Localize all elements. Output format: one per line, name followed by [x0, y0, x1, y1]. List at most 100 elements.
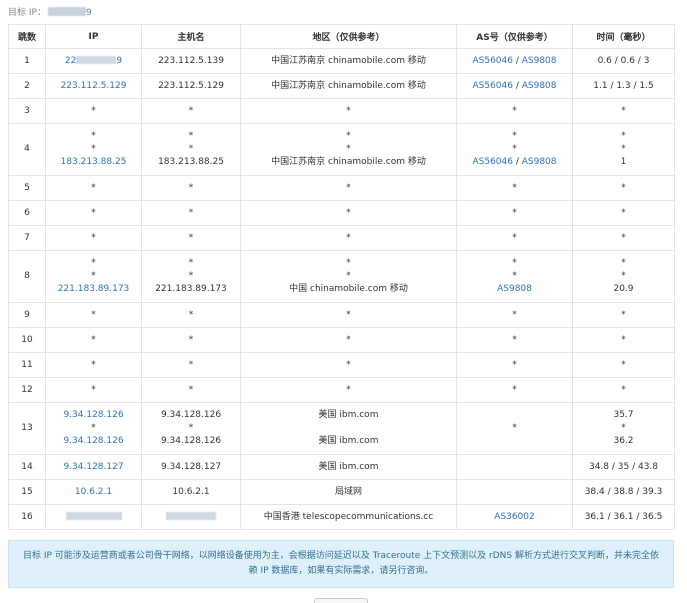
table-row: 12 * * * * * [8, 377, 675, 403]
as-line: AS36002 [459, 511, 570, 524]
as-link[interactable]: AS9808 [522, 56, 557, 66]
time-value: * [621, 334, 626, 345]
region-cell: 美国 ibm.com 美国 ibm.com [240, 402, 457, 455]
hop-cell: 16 [8, 504, 46, 530]
as-value: * [512, 423, 517, 433]
region-cell: * [240, 98, 457, 124]
region-cell: 局域网 [240, 479, 457, 505]
hostname-cell: * * 183.213.88.25 [141, 123, 241, 176]
as-link[interactable]: AS56046 [472, 56, 513, 66]
hostname-cell: * [141, 175, 241, 201]
hostname-value: * [188, 309, 194, 320]
as-link[interactable]: AS56046 [472, 157, 513, 167]
ip-link-redacted[interactable]: 22 9 [48, 55, 139, 68]
header-as: AS号（仅供参考） [456, 24, 573, 49]
table-row: 11 * * * * * [8, 352, 675, 378]
hop-cell: 9 [8, 302, 46, 328]
region-value: * [346, 258, 351, 268]
ip-link-suffix[interactable]: 9 [116, 56, 122, 66]
ip-link[interactable]: 9.34.128.127 [48, 461, 139, 474]
hostname-value: 10.6.2.1 [172, 486, 210, 497]
region-cell: * [240, 327, 457, 353]
time-cell: * * 1 [572, 123, 675, 176]
time-value: 1.1 / 1.3 / 1.5 [593, 80, 654, 91]
as-cell: * * AS9808 [456, 250, 573, 303]
as-value: * [512, 359, 517, 370]
region-cell: * * 中国江苏南京 chinamobile.com 移动 [240, 123, 457, 176]
hostname-value: * [188, 258, 194, 268]
region-value: * [346, 131, 351, 141]
as-link[interactable]: AS36002 [494, 512, 535, 522]
as-value: * [512, 309, 517, 320]
as-value: * [512, 182, 517, 193]
region-value: 美国 ibm.com [318, 436, 379, 446]
ip-link[interactable]: 223.112.5.129 [48, 80, 139, 93]
as-link[interactable]: AS56046 [472, 81, 513, 91]
ip-cell: * * 221.183.89.173 [45, 250, 142, 303]
as-line: * [459, 334, 570, 347]
ip-link-prefix[interactable]: 22 [65, 56, 76, 66]
ip-value: * [91, 423, 96, 433]
hop-cell: 13 [8, 402, 46, 455]
table-row: 3 * * * * * [8, 98, 675, 124]
header-region: 地区（仅供参考） [240, 24, 457, 49]
region-cell: * * 中国 chinamobile.com 移动 [240, 250, 457, 303]
as-cell: * [456, 302, 573, 328]
as-line: * [459, 309, 570, 322]
target-ip-prefix: 目标 IP： [8, 8, 46, 18]
as-link[interactable]: AS9808 [522, 81, 557, 91]
as-cell: AS56046 / AS9808 [456, 48, 573, 74]
region-value: * [346, 105, 351, 116]
time-value: 38.4 / 38.8 / 39.3 [584, 486, 663, 497]
region-value: * [346, 359, 351, 370]
time-value: 36.1 / 36.1 / 36.5 [584, 511, 663, 522]
table-row: 4 * * 183.213.88.25 * * 183.213.88.25 * * 中国江苏南京 … [8, 123, 675, 176]
ip-link[interactable]: 9.34.128.126 [48, 435, 139, 448]
region-value: 中国 chinamobile.com 移动 [289, 284, 408, 294]
time-value: 34.8 / 35 / 43.8 [588, 461, 659, 472]
region-cell: 中国香港 telescopecommunications.cc [240, 504, 457, 530]
ip-value: * [91, 144, 96, 154]
ip-cell: 9.34.128.126 * 9.34.128.126 [45, 402, 142, 455]
time-cell: 34.8 / 35 / 43.8 [572, 454, 675, 480]
hop-number: 16 [21, 511, 33, 522]
header-time: 时间（毫秒） [572, 24, 675, 49]
as-cell: * [456, 377, 573, 403]
time-value: 0.6 / 0.6 / 3 [597, 55, 650, 66]
hostname-value: 9.34.128.126 [160, 410, 222, 420]
time-cell: * [572, 98, 675, 124]
hostname-value: * [188, 207, 194, 218]
hostname-cell [141, 504, 241, 530]
time-value: * [621, 232, 626, 243]
time-value: * [621, 309, 626, 320]
header-hostname: 主机名 [141, 24, 241, 49]
as-value: * [512, 258, 517, 268]
hop-cell: 6 [8, 200, 46, 226]
table-row: 5 * * * * * [8, 175, 675, 201]
hostname-value: 223.112.5.139 [158, 55, 224, 66]
traceroute-table: 跳数 IP 主机名 地区（仅供参考） AS号（仅供参考） 时间（毫秒） 1 22 9… [8, 24, 675, 530]
table-header-row: 跳数 IP 主机名 地区（仅供参考） AS号（仅供参考） 时间（毫秒） [8, 24, 675, 49]
hostname-cell: 9.34.128.126 * 9.34.128.126 [141, 402, 241, 455]
ip-link[interactable]: 9.34.128.126 [48, 409, 139, 422]
as-link[interactable]: AS9808 [497, 284, 532, 294]
hop-number: 7 [24, 232, 30, 243]
ip-link[interactable]: 183.213.88.25 [48, 156, 139, 169]
ip-link[interactable]: 10.6.2.1 [48, 486, 139, 499]
hop-cell: 4 [8, 123, 46, 176]
as-link[interactable]: AS9808 [522, 157, 557, 167]
ip-value: * [91, 182, 96, 193]
ip-cell: * [45, 327, 142, 353]
region-value: * [346, 182, 351, 193]
time-value: * [621, 423, 626, 433]
ip-value: * [91, 105, 96, 116]
time-cell: * * 20.9 [572, 250, 675, 303]
hostname-value: 9.34.128.126 [160, 436, 222, 446]
ip-link[interactable]: 221.183.89.173 [48, 283, 139, 296]
ip-cell: * [45, 175, 142, 201]
hop-number: 2 [24, 80, 30, 91]
bottom-button[interactable] [314, 598, 368, 603]
hop-number: 9 [24, 309, 30, 320]
as-line: AS56046 / AS9808 [459, 80, 570, 93]
time-value: 20.9 [613, 284, 634, 294]
